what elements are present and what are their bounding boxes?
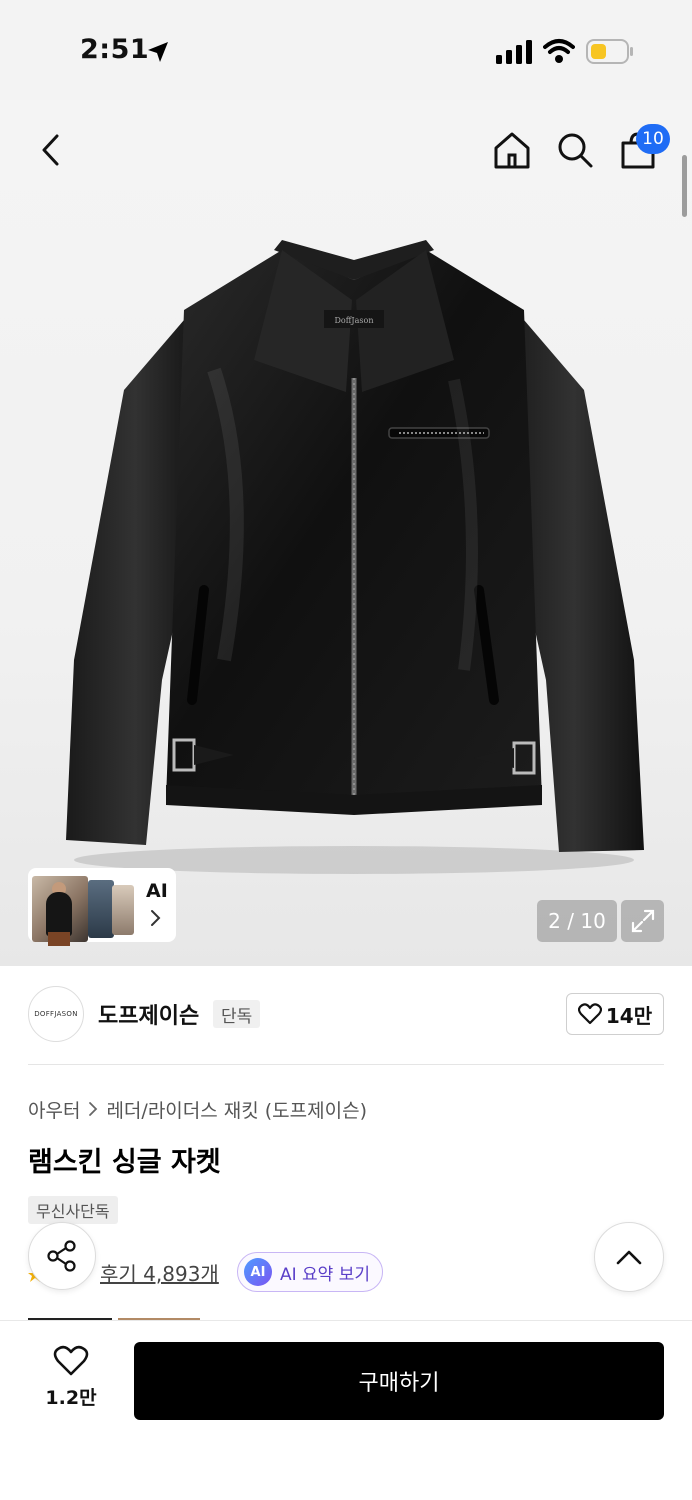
thumbnail-model-body bbox=[46, 892, 72, 936]
brand-name[interactable]: 도프제이슨 bbox=[98, 998, 199, 1030]
status-bar: 2:51 bbox=[0, 0, 692, 100]
chevron-up-icon bbox=[616, 1250, 642, 1265]
brand-like-button[interactable]: 14만 bbox=[566, 993, 664, 1035]
thumbnail-model-legs bbox=[48, 932, 70, 946]
battery-icon bbox=[586, 39, 633, 64]
share-icon bbox=[47, 1240, 76, 1272]
exclusive-badge: 무신사단독 bbox=[28, 1196, 118, 1224]
heart-icon bbox=[577, 1003, 602, 1025]
expand-image-button[interactable] bbox=[621, 900, 664, 942]
brand-row: DOFFJASON 도프제이슨 단독 14만 bbox=[28, 986, 664, 1044]
product-title: 램스킨 싱글 자켓 bbox=[28, 1147, 221, 1178]
product-image-gallery[interactable]: 10 DoffJason AI 2 / 10 bbox=[0, 100, 692, 966]
ai-icon: AI bbox=[244, 1258, 272, 1286]
thumbnail-image bbox=[88, 880, 114, 938]
location-arrow-icon bbox=[148, 42, 168, 62]
review-count-link[interactable]: 후기 4,893개 bbox=[100, 1258, 219, 1287]
ai-card-label: AI bbox=[146, 880, 168, 902]
buy-button[interactable]: 구매하기 bbox=[134, 1342, 664, 1420]
ai-styling-card[interactable]: AI bbox=[28, 868, 176, 946]
home-button[interactable] bbox=[488, 126, 536, 174]
brand-exclusive-tag: 단독 bbox=[213, 1000, 261, 1028]
ai-summary-label: AI 요약 보기 bbox=[280, 1264, 371, 1285]
expand-icon bbox=[631, 909, 654, 933]
thumbnail-image bbox=[112, 885, 134, 935]
share-button[interactable] bbox=[28, 1222, 96, 1290]
wishlist-count: 1.2만 bbox=[45, 1387, 97, 1409]
ai-summary-button[interactable]: AI AI 요약 보기 bbox=[237, 1252, 384, 1292]
status-time: 2:51 bbox=[80, 34, 150, 65]
brand-like-count: 14만 bbox=[605, 1003, 653, 1028]
breadcrumb: 아우터 레더/라이더스 재킷 (도프제이슨) bbox=[28, 1096, 367, 1122]
wishlist-button[interactable]: 1.2만 bbox=[36, 1345, 106, 1415]
image-page-indicator: 2 / 10 bbox=[537, 900, 617, 942]
breadcrumb-category[interactable]: 아우터 bbox=[28, 1096, 80, 1123]
back-button[interactable] bbox=[26, 126, 74, 174]
product-photo: DoffJason bbox=[66, 240, 644, 874]
breadcrumb-subcategory[interactable]: 레더/라이더스 재킷 (도프제이슨) bbox=[106, 1096, 367, 1123]
divider bbox=[28, 1064, 664, 1065]
cart-count-badge: 10 bbox=[636, 124, 670, 154]
chevron-right-icon bbox=[151, 910, 161, 926]
scroll-to-top-button[interactable] bbox=[594, 1222, 664, 1292]
ai-style-thumbnails bbox=[32, 872, 134, 946]
cellular-signal-icon bbox=[496, 40, 532, 64]
brand-logo-text: DOFFJASON bbox=[34, 1010, 78, 1018]
search-icon bbox=[558, 133, 593, 168]
home-icon bbox=[494, 132, 530, 169]
wifi-icon bbox=[543, 39, 575, 63]
search-button[interactable] bbox=[551, 126, 599, 174]
thumbnail-image bbox=[32, 876, 88, 946]
brand-logo[interactable]: DOFFJASON bbox=[28, 986, 84, 1042]
bottom-action-bar: 1.2만 구매하기 bbox=[0, 1320, 692, 1500]
svg-text:DoffJason: DoffJason bbox=[335, 316, 374, 325]
chevron-left-icon bbox=[42, 134, 59, 166]
scrollbar[interactable] bbox=[682, 155, 687, 217]
heart-icon bbox=[53, 1345, 89, 1376]
chevron-right-icon bbox=[89, 1102, 98, 1116]
